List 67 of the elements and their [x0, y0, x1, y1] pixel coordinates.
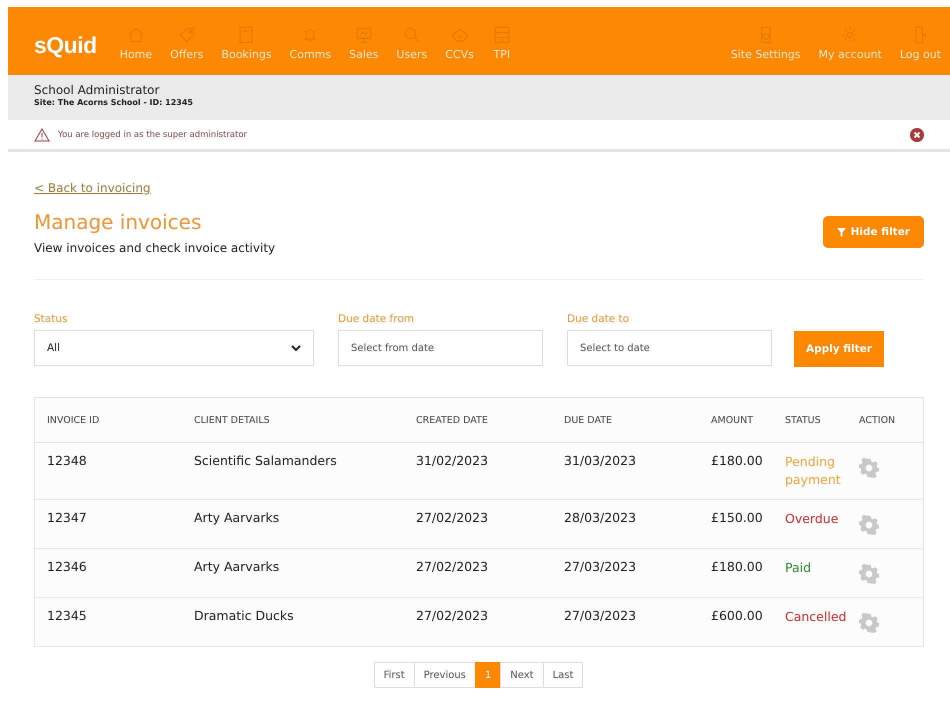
nav-item[interactable]: Offers — [161, 25, 212, 61]
table-cell: 12345 — [47, 608, 87, 624]
column-header: INVOICE ID — [47, 414, 100, 426]
status-label: Paid — [785, 560, 812, 576]
nav-item[interactable]: CCVs — [436, 25, 483, 61]
table-cell: 27/02/2023 — [416, 608, 488, 624]
page-button[interactable]: Last — [542, 662, 584, 688]
page-subtitle: View invoices and check invoice activity — [34, 241, 276, 255]
table-cell: 12346 — [47, 559, 87, 574]
back-link[interactable]: < Back to invoicing — [34, 181, 151, 195]
column-header: CLIENT DETAILS — [194, 414, 270, 426]
nav-item[interactable]: Comms — [280, 25, 340, 61]
table-cell: Dramatic Ducks — [194, 608, 294, 624]
table-cell: 31/02/2023 — [416, 453, 488, 468]
status-dropdown[interactable]: All — [34, 330, 314, 366]
nav-item[interactable]: Home — [110, 25, 162, 61]
table-cell: 27/03/2023 — [564, 559, 636, 574]
page-button[interactable]: Previous — [414, 662, 476, 688]
page-button[interactable]: 1 — [474, 662, 502, 688]
status-label: Overdue — [785, 511, 838, 526]
table-cell: Arty Aarvarks — [194, 510, 280, 526]
nav-item[interactable]: Users — [387, 25, 436, 61]
column-header: DUE DATE — [564, 414, 612, 426]
status-label: Pending payment — [785, 454, 841, 488]
column-header: AMOUNT — [711, 414, 754, 426]
house-icon — [126, 25, 146, 45]
column-header: CREATED DATE — [416, 414, 488, 426]
table-cell: £180.00 — [711, 453, 763, 468]
page-title: Manage invoices — [34, 210, 202, 234]
column-header: ACTION — [859, 414, 896, 426]
nav-item[interactable]: TPI — [482, 25, 521, 61]
table-cell: £600.00 — [711, 608, 763, 624]
field-label: Due date to — [567, 313, 630, 325]
table-cell: 27/02/2023 — [416, 559, 488, 574]
field-label: Status — [34, 313, 68, 325]
table-cell: £180.00 — [711, 559, 763, 574]
status-label: Cancelled — [785, 609, 846, 624]
logo: sQuid — [34, 32, 97, 59]
table-cell: 27/03/2023 — [564, 608, 636, 624]
table-cell: 12348 — [47, 453, 87, 468]
nav-item[interactable]: Log out — [890, 25, 950, 61]
table-cell: 12347 — [47, 510, 87, 526]
filter-icon — [836, 228, 846, 236]
date-field[interactable]: Select to date — [567, 330, 772, 366]
caret-icon — [291, 344, 301, 352]
page-button[interactable]: Next — [500, 662, 544, 688]
table-cell: 27/02/2023 — [416, 510, 488, 526]
hide-filter-button[interactable]: Hide filter — [822, 216, 924, 248]
alert-message: You are logged in as the super administrator — [58, 130, 248, 140]
column-header: STATUS — [785, 414, 821, 426]
user-role: School Administrator — [34, 83, 160, 97]
table-cell: Scientific Salamanders — [194, 453, 337, 468]
site-info: Site: The Acorns School - ID: 12345 — [34, 98, 194, 107]
date-field[interactable]: Select from date — [338, 330, 543, 366]
field-label: Due date from — [338, 313, 415, 325]
table-cell: £150.00 — [711, 510, 763, 526]
nav-item[interactable]: Sales — [340, 25, 388, 61]
apply-filter-button[interactable]: Apply filter — [794, 331, 884, 367]
page-button[interactable]: First — [374, 662, 415, 688]
close-icon[interactable] — [910, 128, 924, 142]
nav-item[interactable]: Bookings — [212, 25, 281, 61]
nav-item[interactable]: My account — [810, 25, 891, 61]
warning-icon — [34, 128, 50, 142]
nav-item[interactable]: Site Settings — [722, 25, 810, 61]
table-cell: 31/03/2023 — [564, 453, 636, 468]
table-cell: Arty Aarvarks — [194, 559, 280, 574]
table-cell: 28/03/2023 — [564, 510, 636, 526]
